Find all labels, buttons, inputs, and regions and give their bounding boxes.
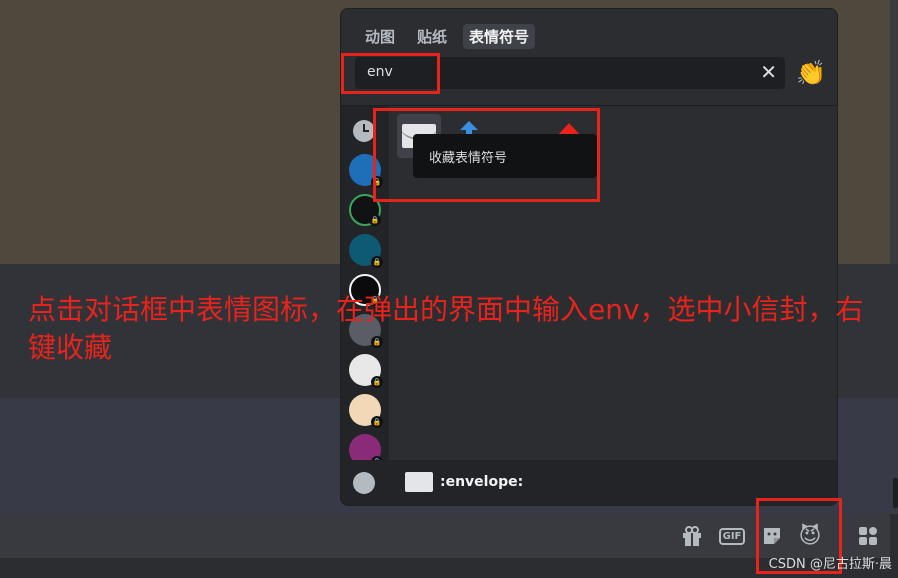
clapping-hands-icon[interactable]: 👏 (796, 58, 826, 88)
lock-icon: 🔒 (369, 214, 381, 226)
lock-icon: 🔒 (371, 256, 383, 268)
annotation-text: 点击对话框中表情图标，在弹出的界面中输入env，选中小信封，右键收藏 (28, 293, 864, 364)
lock-icon: 🔒 (371, 376, 383, 388)
apps-icon[interactable] (855, 523, 881, 549)
close-icon[interactable]: ✕ (760, 61, 777, 83)
picker-tabs: 动图 贴纸 表情符号 (359, 24, 536, 49)
emoji-name: :envelope: (440, 474, 524, 490)
scrollbar-track (890, 0, 898, 264)
tab-gif[interactable]: 动图 (359, 24, 401, 49)
scrollbar-thumb[interactable] (893, 478, 898, 508)
watermark: CSDN @尼古拉斯·晨 (768, 557, 892, 572)
highlight-search (341, 53, 440, 94)
highlight-envelope (373, 108, 600, 202)
tab-emoji[interactable]: 表情符号 (463, 24, 536, 49)
clock-icon[interactable] (353, 120, 375, 142)
server-icon[interactable]: 🔒 (349, 234, 383, 268)
server-icon[interactable]: 🔒 (349, 394, 383, 428)
envelope-icon (405, 472, 433, 492)
lock-icon: 🔒 (371, 416, 383, 428)
smiley-icon[interactable] (353, 472, 375, 494)
gift-icon[interactable] (679, 523, 705, 549)
tab-stickers[interactable]: 贴纸 (411, 24, 453, 49)
gif-icon[interactable]: GIF (718, 523, 746, 549)
gif-label: GIF (718, 527, 746, 545)
